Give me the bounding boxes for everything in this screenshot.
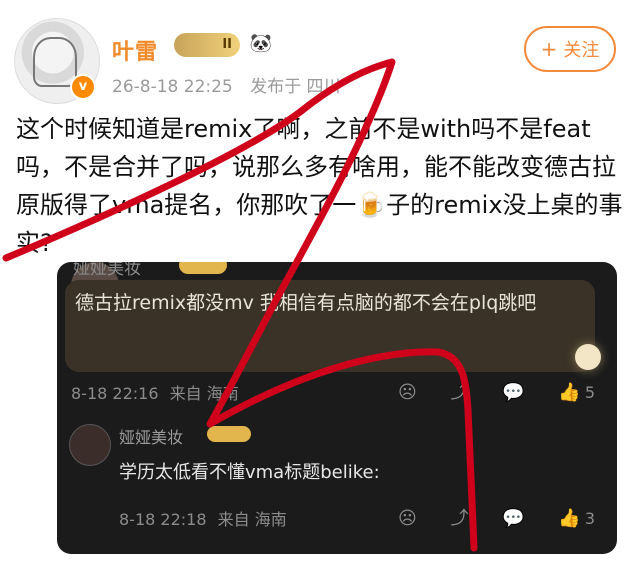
- follow-label: 关注: [563, 40, 600, 61]
- repost-icon[interactable]: ⤴: [451, 378, 469, 404]
- plus-icon: +: [540, 37, 558, 61]
- like-icon: 👍: [558, 508, 581, 529]
- like-count: 3: [584, 509, 595, 528]
- like-button[interactable]: 👍 3: [558, 508, 595, 529]
- comment-meta: 8-18 22:16 来自 海南: [71, 380, 245, 404]
- emoji-icon[interactable]: ☹: [398, 382, 417, 403]
- like-icon: 👍: [558, 382, 581, 403]
- reply-from: 来自 海南: [217, 510, 287, 529]
- level-badge: II: [174, 33, 240, 57]
- comments-panel: 娅娅美妆 德古拉remix都没mv 我相信有点脑的都不会在plq跳吧 8-18 …: [57, 262, 617, 554]
- reply-text: 学历太低看不懂vma标题belike:: [119, 462, 380, 483]
- reply-time: 8-18 22:18: [119, 510, 207, 529]
- reply-meta: 8-18 22:18 来自 海南: [119, 506, 293, 530]
- verified-icon: v: [70, 74, 96, 100]
- emoji-icon[interactable]: ☹: [398, 508, 417, 529]
- post-text: 这个时候知道是remix了啊，之前不是with吗不是feat吗，不是合并了吗，说…: [16, 115, 623, 257]
- avatar-doodle: [33, 37, 77, 87]
- post-location: 发布于 四川: [250, 77, 341, 97]
- reply-author[interactable]: 娅娅美妆: [119, 424, 183, 448]
- comment-actions: ☹ ⤴ 💬 👍 5: [370, 378, 595, 404]
- comment-icon[interactable]: 💬: [502, 382, 524, 403]
- comment-time: 8-18 22:16: [71, 384, 159, 403]
- author-name[interactable]: 叶雷: [112, 34, 158, 66]
- reply-avatar[interactable]: [69, 424, 111, 466]
- comment-bubble: 德古拉remix都没mv 我相信有点脑的都不会在plq跳吧: [65, 280, 601, 372]
- post-date: 26-8-18 22:25: [112, 77, 233, 97]
- like-button[interactable]: 👍 5: [558, 382, 595, 403]
- follow-button[interactable]: + 关注: [524, 26, 616, 72]
- reply-actions: ☹ ⤴ 💬 👍 3: [370, 504, 595, 530]
- comment-icon[interactable]: 💬: [502, 508, 524, 529]
- comment-author[interactable]: 娅娅美妆: [73, 262, 141, 279]
- fan-badge: [207, 426, 251, 442]
- like-count: 5: [584, 383, 595, 402]
- fan-badge: [179, 262, 227, 274]
- trophy-icon: [569, 338, 607, 376]
- comment-from: 来自 海南: [169, 384, 239, 403]
- panda-icon: 🐼: [249, 33, 273, 54]
- repost-icon[interactable]: ⤴: [451, 504, 469, 530]
- post-meta: 26-8-18 22:25 发布于 四川: [112, 72, 353, 97]
- comment-text: 德古拉remix都没mv 我相信有点脑的都不会在plq跳吧: [75, 292, 537, 314]
